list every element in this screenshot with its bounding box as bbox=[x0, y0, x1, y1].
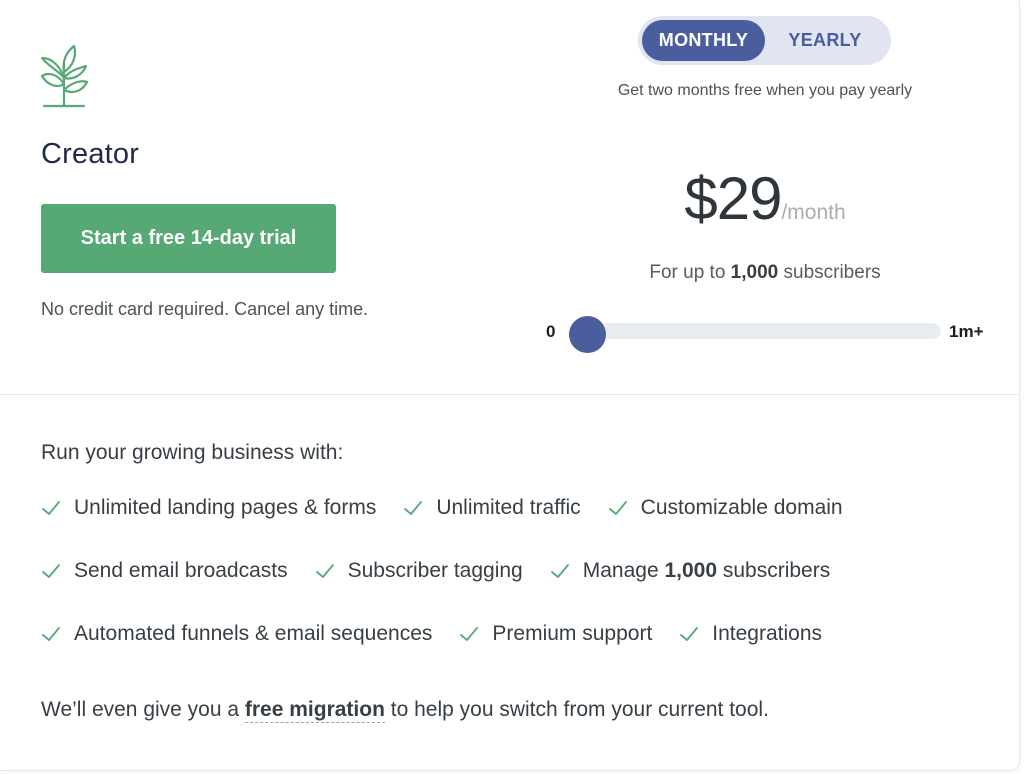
section-divider bbox=[0, 394, 1019, 395]
check-icon bbox=[550, 564, 569, 578]
plan-name: Creator bbox=[41, 138, 140, 170]
subscriber-limit: For up to 1,000 subscribers bbox=[530, 262, 1000, 284]
check-icon bbox=[460, 627, 479, 641]
migration-suffix: to help you switch from your current too… bbox=[384, 698, 769, 721]
monthly-toggle-option[interactable]: MONTHLY bbox=[642, 20, 765, 61]
feature-item: Premium support bbox=[458, 622, 652, 646]
pricing-card: Creator Start a free 14-day trial No cre… bbox=[0, 0, 1020, 771]
features-heading: Run your growing business with: bbox=[41, 441, 344, 464]
features-row: Send email broadcasts Subscriber tagging… bbox=[40, 559, 856, 583]
slider-min-label: 0 bbox=[546, 322, 556, 341]
feature-label-count: 1,000 bbox=[664, 559, 718, 582]
feature-label: Integrations bbox=[712, 622, 823, 645]
price-amount: $29 bbox=[684, 165, 782, 232]
feature-item: Manage 1,000 subscribers bbox=[549, 559, 831, 583]
feature-item: Unlimited traffic bbox=[402, 496, 581, 520]
check-icon bbox=[315, 564, 334, 578]
check-icon bbox=[42, 564, 60, 578]
yearly-discount-note: Get two months free when you pay yearly bbox=[617, 82, 913, 99]
feature-item: Customizable domain bbox=[607, 496, 843, 520]
free-migration-link[interactable]: free migration bbox=[244, 698, 385, 723]
subscriber-limit-suffix: subscribers bbox=[778, 262, 881, 283]
feature-item: Unlimited landing pages & forms bbox=[40, 496, 376, 520]
yearly-toggle-option[interactable]: YEARLY bbox=[765, 20, 885, 61]
features-row: Automated funnels & email sequences Prem… bbox=[40, 622, 848, 646]
price-period: /month bbox=[781, 201, 846, 224]
feature-label-prefix: Manage bbox=[582, 559, 665, 582]
subscriber-slider-thumb[interactable] bbox=[569, 316, 607, 353]
check-icon bbox=[608, 501, 627, 515]
feature-label: Premium support bbox=[492, 622, 653, 645]
feature-label: Manage 1,000 subscribers bbox=[583, 559, 831, 583]
feature-label: Customizable domain bbox=[640, 496, 843, 519]
billing-toggle[interactable]: MONTHLY YEARLY bbox=[638, 16, 891, 65]
check-icon bbox=[42, 501, 60, 515]
subscriber-slider-track[interactable] bbox=[570, 323, 941, 339]
start-trial-button[interactable]: Start a free 14-day trial bbox=[41, 204, 336, 273]
feature-label: Unlimited landing pages & forms bbox=[74, 496, 377, 519]
check-icon bbox=[42, 627, 60, 641]
slider-max-label: 1m+ bbox=[949, 322, 984, 341]
feature-label-suffix: subscribers bbox=[717, 559, 831, 582]
features-row: Unlimited landing pages & forms Unlimite… bbox=[40, 496, 869, 520]
migration-prefix: We’ll even give you a bbox=[41, 698, 245, 721]
feature-item: Integrations bbox=[678, 622, 822, 646]
sprout-icon bbox=[40, 44, 89, 108]
price-display: $29/month bbox=[530, 164, 1000, 233]
trial-note: No credit card required. Cancel any time… bbox=[41, 299, 369, 319]
feature-label: Send email broadcasts bbox=[74, 559, 288, 582]
feature-label: Unlimited traffic bbox=[436, 496, 581, 519]
feature-item: Subscriber tagging bbox=[314, 559, 523, 583]
check-icon bbox=[404, 501, 423, 515]
feature-item: Automated funnels & email sequences bbox=[40, 622, 432, 646]
subscriber-limit-count: 1,000 bbox=[730, 262, 779, 283]
check-icon bbox=[680, 627, 699, 641]
subscriber-limit-prefix: For up to bbox=[649, 262, 731, 283]
feature-item: Send email broadcasts bbox=[40, 559, 288, 583]
migration-note: We’ll even give you a free migration to … bbox=[41, 698, 769, 723]
feature-label: Automated funnels & email sequences bbox=[74, 622, 433, 645]
feature-label: Subscriber tagging bbox=[347, 559, 523, 582]
